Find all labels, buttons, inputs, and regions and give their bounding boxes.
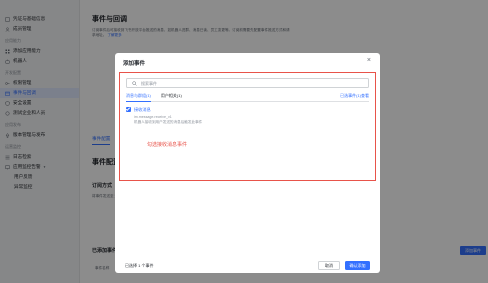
selected-events-link[interactable]: 已选事件(1)查看: [340, 93, 369, 99]
annotation-text: 勾选接收消息事件: [147, 142, 188, 148]
highlight-box: 消息与群组(1) 用户相关(1) 已选事件(1)查看 接收消息 im.messa…: [119, 72, 376, 181]
checkbox[interactable]: [126, 107, 131, 112]
tab-user[interactable]: 用户相关(1): [161, 93, 182, 102]
event-info: 接收消息 im.message.receive_v1 机器人接收到用户发送的消息…: [134, 107, 202, 125]
add-event-dialog: 添加事件 × 消息与群组(1) 用户相关(1) 已选事件(1)查看 接收消息 i…: [115, 53, 380, 273]
search-icon: [132, 80, 137, 86]
confirm-add-button[interactable]: 确认添加: [345, 261, 370, 270]
event-category-tabs: 消息与群组(1) 用户相关(1) 已选事件(1)查看: [126, 93, 369, 102]
close-icon[interactable]: ×: [367, 57, 371, 64]
search-box[interactable]: [126, 78, 369, 88]
selected-count: 已选择 1 个事件: [125, 263, 154, 268]
event-code: im.message.receive_v1: [134, 115, 172, 119]
cancel-button[interactable]: 取消: [318, 261, 340, 270]
list-item[interactable]: 接收消息 im.message.receive_v1 机器人接收到用户发送的消息…: [126, 107, 202, 125]
dialog-footer: 已选择 1 个事件 取消 确认添加: [115, 259, 380, 273]
search-input[interactable]: [141, 80, 341, 86]
event-description: 机器人接收到用户发送的消息后触发此事件: [134, 120, 203, 124]
dialog-title: 添加事件: [123, 61, 146, 67]
tab-message-group[interactable]: 消息与群组(1): [126, 93, 151, 102]
event-name: 接收消息: [134, 107, 151, 112]
